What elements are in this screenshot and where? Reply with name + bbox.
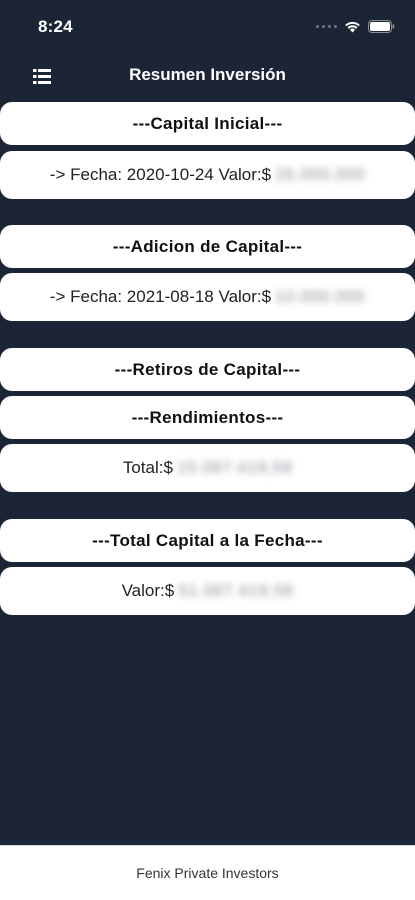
capital-inicial-label: -> Fecha: 2020-10-24 Valor:$ bbox=[49, 165, 272, 184]
wifi-icon bbox=[345, 21, 360, 32]
rendimientos-label: Total:$ bbox=[122, 458, 173, 477]
capital-inicial-header: ---Capital Inicial--- bbox=[0, 102, 415, 145]
capital-inicial-row: -> Fecha: 2020-10-24 Valor:$ 26.000.000 bbox=[0, 151, 415, 199]
section-title: ---Total Capital a la Fecha--- bbox=[92, 530, 323, 550]
adicion-capital-label: -> Fecha: 2021-08-18 Valor:$ bbox=[49, 287, 272, 306]
navigation-bar: Resumen Inversión bbox=[0, 52, 415, 98]
page-title: Resumen Inversión bbox=[129, 65, 286, 84]
rendimientos-row: Total:$ 15.087.419,58 bbox=[0, 444, 415, 492]
status-bar: 8:24 bbox=[0, 0, 415, 50]
adicion-capital-row: -> Fecha: 2021-08-18 Valor:$ 10.000.000 bbox=[0, 273, 415, 321]
adicion-capital-amount: 10.000.000 bbox=[275, 287, 366, 306]
status-time: 8:24 bbox=[38, 17, 73, 36]
retiros-capital-header: ---Retiros de Capital--- bbox=[0, 348, 415, 391]
battery-icon bbox=[368, 19, 395, 33]
capital-inicial-amount: 26.000.000 bbox=[275, 165, 366, 184]
footer-text: Fenix Private Investors bbox=[136, 865, 279, 881]
status-icons bbox=[316, 18, 395, 34]
total-capital-amount: 51.087.419,58 bbox=[178, 581, 294, 600]
rendimientos-amount: 15.087.419,58 bbox=[176, 458, 293, 477]
section-title: ---Rendimientos--- bbox=[131, 407, 284, 427]
section-title: ---Retiros de Capital--- bbox=[114, 359, 301, 379]
total-capital-label: Valor:$ bbox=[121, 581, 175, 600]
adicion-capital-header: ---Adicion de Capital--- bbox=[0, 225, 415, 268]
total-capital-header: ---Total Capital a la Fecha--- bbox=[0, 519, 415, 562]
total-capital-row: Valor:$ 51.087.419,58 bbox=[0, 567, 415, 615]
cellular-signal-icon bbox=[316, 24, 337, 28]
rendimientos-header: ---Rendimientos--- bbox=[0, 396, 415, 439]
section-title: ---Capital Inicial--- bbox=[132, 113, 283, 133]
footer: Fenix Private Investors bbox=[0, 845, 415, 900]
section-title: ---Adicion de Capital--- bbox=[112, 236, 303, 256]
